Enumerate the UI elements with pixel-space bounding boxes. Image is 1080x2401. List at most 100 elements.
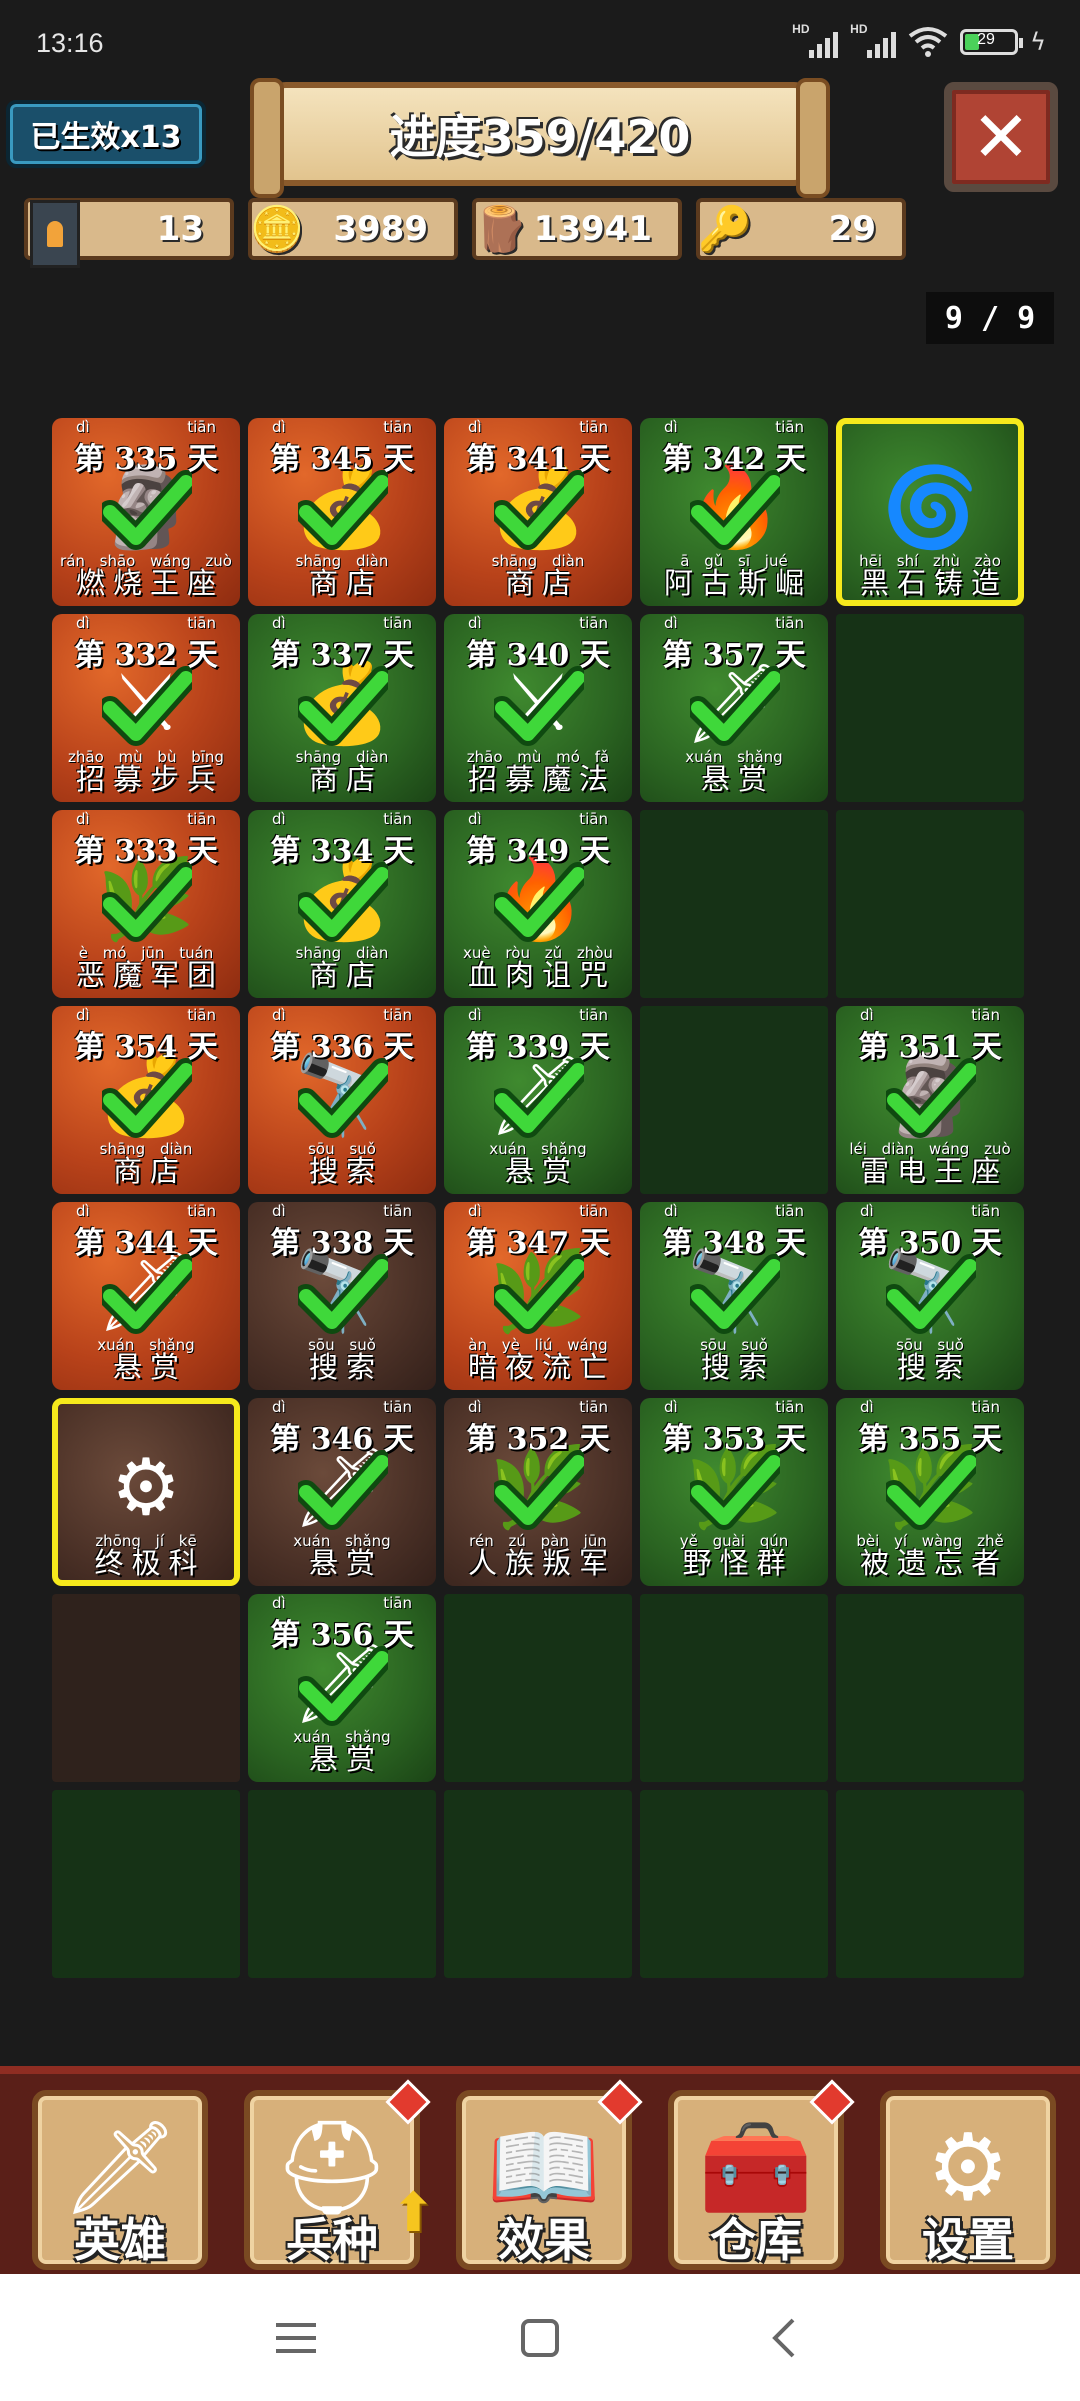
event-tile[interactable]: 💰 dì tiān 第 337 天 shāng diàn 商店: [248, 614, 436, 802]
empty-tile[interactable]: [52, 1790, 240, 1978]
progress-banner: 进度359/420: [250, 78, 830, 198]
tile-name: 搜索: [308, 1350, 383, 1384]
bottom-menu: 🗡 英雄 ⛑ 兵种 ⬆ 📖 效果 🧰 仓库 ⚙ 设置: [32, 2079, 1056, 2270]
menu-icon[interactable]: [266, 2310, 326, 2366]
tile-name: 悬赏: [308, 1546, 383, 1580]
empty-tile[interactable]: [836, 1594, 1024, 1782]
tile-day-label: 第 342 天: [662, 442, 806, 477]
nav-effects-button[interactable]: 📖 效果: [456, 2079, 643, 2270]
resource-crystal: 🔑 29: [696, 198, 906, 260]
bottom-menu-bar: 🗡 英雄 ⛑ 兵种 ⬆ 📖 效果 🧰 仓库 ⚙ 设置: [0, 2066, 1080, 2274]
checkmark-icon: [298, 1058, 388, 1138]
nav-troops-button[interactable]: ⛑ 兵种 ⬆: [244, 2079, 436, 2270]
event-tile[interactable]: 💰 dì tiān 第 334 天 shāng diàn 商店: [248, 810, 436, 998]
tile-name: 商店: [308, 958, 383, 992]
empty-tile[interactable]: [640, 810, 828, 998]
nav-label: 效果: [498, 2213, 590, 2267]
empty-tile[interactable]: [836, 1790, 1024, 1978]
event-tile[interactable]: 🗿 dì tiān 第 351 天 léi diàn wáng zuò 雷电王座: [836, 1006, 1024, 1194]
checkmark-icon: [298, 1646, 388, 1726]
tile-day-label: 第 348 天: [662, 1226, 806, 1261]
tile-name: 招募魔法: [467, 762, 616, 796]
checkmark-icon: [690, 1450, 780, 1530]
tile-name: 悬赏: [112, 1350, 187, 1384]
cell-signal-icon: HD: [850, 22, 897, 58]
nav-label: 仓库: [710, 2213, 802, 2267]
tile-name: 阿古斯崛: [663, 566, 812, 600]
tile-day-label: 第 345 天: [270, 442, 414, 477]
empty-tile[interactable]: [640, 1594, 828, 1782]
event-tile[interactable]: 🔥 dì tiān 第 342 天ā gǔ sī jué 阿古斯崛: [640, 418, 828, 606]
empty-tile[interactable]: [444, 1790, 632, 1978]
banner-soldier-icon: [30, 200, 80, 268]
event-tile[interactable]: 🌿 dì tiān 第 353 天 yě guài qún 野怪群: [640, 1398, 828, 1586]
event-tile[interactable]: 🗡 dì tiān 第 339 天 xuán shǎng 悬赏: [444, 1006, 632, 1194]
checkmark-icon: [886, 1058, 976, 1138]
tile-day-label: 第 349 天: [466, 834, 610, 869]
nav-heroes-button[interactable]: 🗡 英雄: [32, 2090, 208, 2270]
event-tile[interactable]: 🌿 dì tiān 第 352 天 rén zú pàn jūn 人族叛军: [444, 1398, 632, 1586]
resource-wood: 🪵 13941: [472, 198, 682, 260]
resource-value: 13: [156, 209, 204, 249]
event-tile[interactable]: 🌿 dì tiān 第 333 天è mó jūn tuán 恶魔军团: [52, 810, 240, 998]
nav-warehouse-button[interactable]: 🧰 仓库: [668, 2079, 855, 2270]
active-effects-badge[interactable]: 已生效x13: [6, 100, 206, 168]
tile-name: 商店: [308, 762, 383, 796]
tile-name: 血肉诅咒: [467, 958, 616, 992]
event-tile[interactable]: 🔭 dì tiān 第 336 天 sōu suǒ 搜索: [248, 1006, 436, 1194]
back-icon[interactable]: [754, 2310, 814, 2366]
tile-day-label: 第 344 天: [74, 1226, 218, 1261]
tile-name: 恶魔军团: [75, 958, 224, 992]
event-tile[interactable]: 🗡 dì tiān 第 346 天 xuán shǎng 悬赏: [248, 1398, 436, 1586]
empty-tile[interactable]: [52, 1594, 240, 1782]
tile-name: 搜索: [700, 1350, 775, 1384]
event-tile[interactable]: 🔥 dì tiān 第 349 天 xuè ròu zǔ zhòu 血肉诅咒: [444, 810, 632, 998]
tile-day-label: 第 339 天: [466, 1030, 610, 1065]
checkmark-icon: [102, 862, 192, 942]
home-icon[interactable]: [510, 2310, 570, 2366]
checkmark-icon: [494, 470, 584, 550]
close-button[interactable]: ✕: [944, 82, 1058, 192]
gold-coins-icon: 🪙: [249, 204, 305, 255]
event-tile[interactable]: 🌿 dì tiān 第 355 天 bèi yí wàng zhě 被遗忘者: [836, 1398, 1024, 1586]
event-tile[interactable]: ⚔ dì tiān 第 340 天 zhāo mù mó fǎ 招募魔法: [444, 614, 632, 802]
event-tile[interactable]: 🗡 dì tiān 第 344 天 xuán shǎng 悬赏: [52, 1202, 240, 1390]
event-tile[interactable]: 💰 dì tiān 第 354 天 shāng diàn 商店: [52, 1006, 240, 1194]
event-tile[interactable]: 💰 dì tiān 第 341 天 shāng diàn 商店: [444, 418, 632, 606]
tile-name: 搜索: [896, 1350, 971, 1384]
system-navigation-bar: [0, 2274, 1080, 2401]
checkmark-icon: [494, 1450, 584, 1530]
empty-tile[interactable]: [640, 1006, 828, 1194]
event-tile[interactable]: 💰 dì tiān 第 345 天 shāng diàn 商店: [248, 418, 436, 606]
empty-tile[interactable]: [248, 1790, 436, 1978]
tile-name: 商店: [112, 1154, 187, 1188]
empty-tile[interactable]: [836, 810, 1024, 998]
status-time: 13:16: [36, 28, 104, 58]
tile-day-label: 第 350 天: [858, 1226, 1002, 1261]
event-tile[interactable]: ⚔ dì tiān 第 332 天 zhāo mù bù bīng 招募步兵: [52, 614, 240, 802]
charging-icon: ϟ: [1030, 28, 1046, 56]
empty-tile[interactable]: [836, 614, 1024, 802]
event-tile[interactable]: 🗡 dì tiān 第 356 天 xuán shǎng 悬赏: [248, 1594, 436, 1782]
tile-name: 暗夜流亡: [467, 1350, 616, 1384]
checkmark-icon: [102, 1254, 192, 1334]
event-tile[interactable]: 🗿 dì tiān 第 335 天 rán shāo wáng zuò 燃烧王座: [52, 418, 240, 606]
tile-day-label: 第 353 天: [662, 1422, 806, 1457]
event-tile[interactable]: 🔭 dì tiān 第 350 天 sōu suǒ 搜索: [836, 1202, 1024, 1390]
empty-tile[interactable]: [444, 1594, 632, 1782]
empty-tile[interactable]: [640, 1790, 828, 1978]
event-tile[interactable]: 🌿 dì tiān 第 347 天 àn yè liú wáng 暗夜流亡: [444, 1202, 632, 1390]
checkmark-icon: [886, 1450, 976, 1530]
upgrade-arrow-icon: ⬆: [390, 2181, 436, 2244]
wood-logs-icon: 🪵: [473, 204, 529, 255]
event-tile[interactable]: 🗡 dì tiān 第 357 天 xuán shǎng 悬赏: [640, 614, 828, 802]
checkmark-icon: [102, 666, 192, 746]
tile-day-label: 第 347 天: [466, 1226, 610, 1261]
event-tile[interactable]: ⚙ zhōng jí kē 终极科: [52, 1398, 240, 1586]
event-tile[interactable]: 🔭 dì tiān 第 338 天 sōu suǒ 搜索: [248, 1202, 436, 1390]
nav-settings-button[interactable]: ⚙ 设置: [880, 2090, 1056, 2270]
tile-day-label: 第 351 天: [858, 1030, 1002, 1065]
event-tile[interactable]: 🔭 dì tiān 第 348 天 sōu suǒ 搜索: [640, 1202, 828, 1390]
event-tile[interactable]: 🌀 hēi shí zhù zào 黑石铸造: [836, 418, 1024, 606]
tile-name: 野怪群: [682, 1546, 794, 1580]
